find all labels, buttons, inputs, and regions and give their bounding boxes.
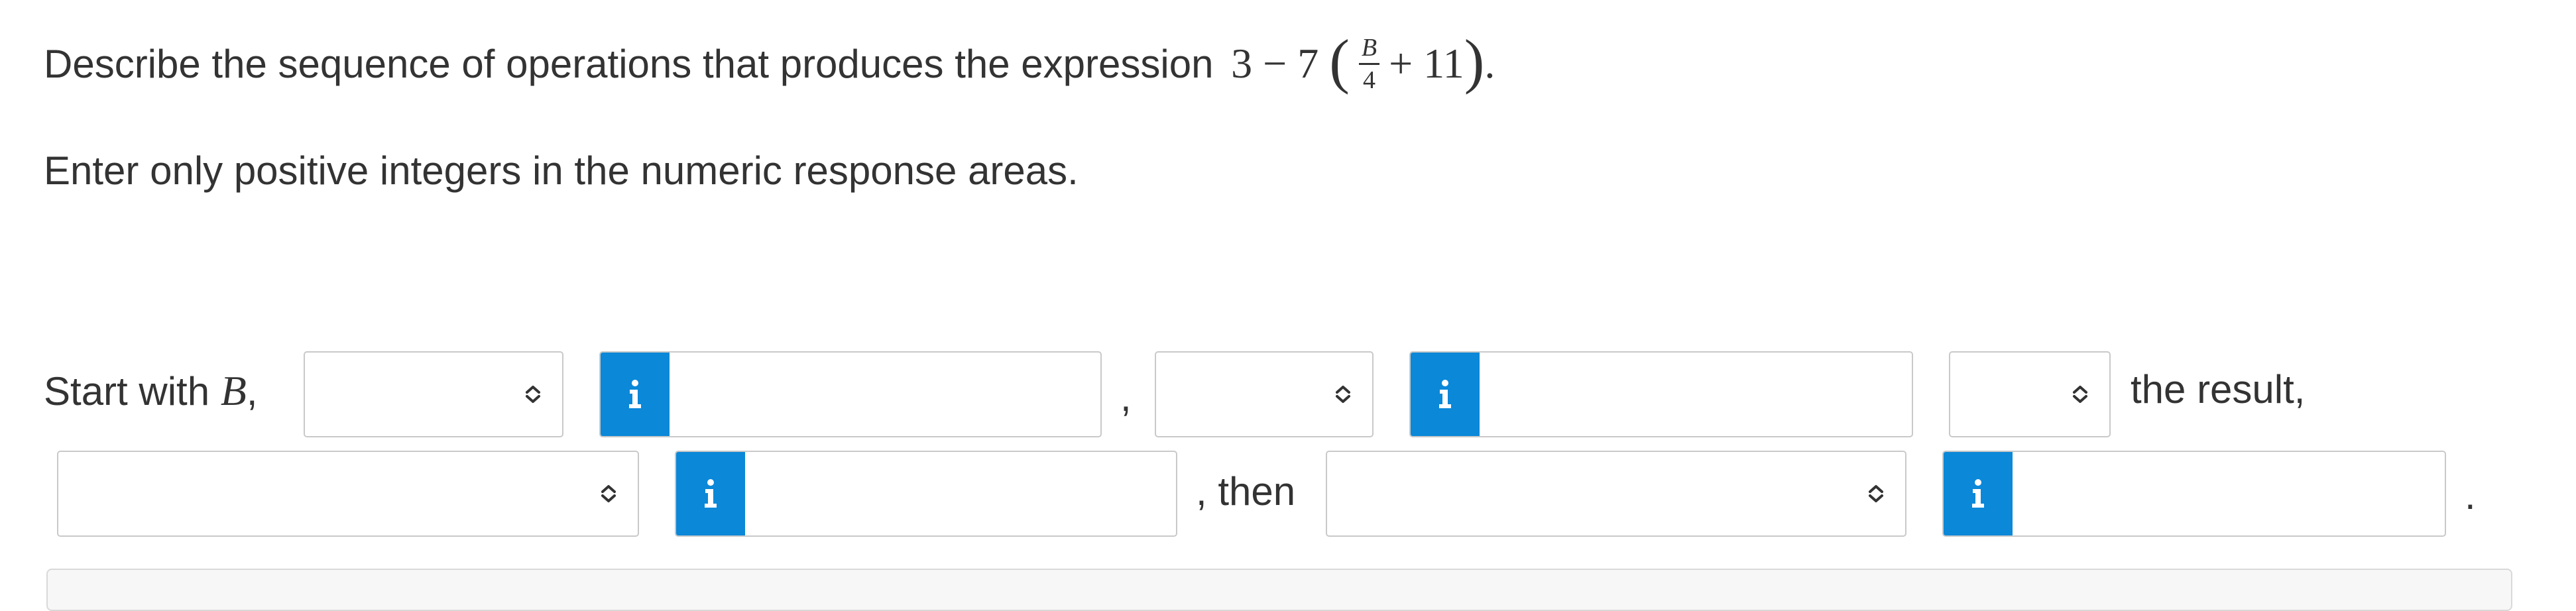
start-variable: B (220, 367, 247, 414)
expr-denominator: 4 (1362, 66, 1376, 94)
chevron-up-down-icon (1331, 382, 1355, 406)
numeric-input-3[interactable] (675, 451, 1177, 537)
operation-dropdown-1[interactable] (304, 351, 563, 437)
tail-text: the result, (2131, 367, 2306, 412)
expr-lead: 3 − 7 (1231, 40, 1319, 87)
operation-dropdown-2[interactable] (1155, 351, 1374, 437)
expr-end: . (1484, 40, 1495, 87)
chevron-up-down-icon (597, 482, 620, 506)
bottom-panel (46, 569, 2512, 611)
info-icon[interactable] (676, 452, 745, 535)
question-prompt: Describe the sequence of operations that… (44, 27, 1495, 97)
start-comma: , (246, 369, 258, 414)
operation-dropdown-3[interactable] (1949, 351, 2111, 437)
numeric-field-1[interactable] (670, 353, 1100, 436)
prompt-text: Describe the sequence of operations that… (44, 42, 1214, 86)
info-icon[interactable] (1944, 452, 2013, 535)
chevron-up-down-icon (521, 382, 545, 406)
separator-comma: , (1120, 375, 1132, 419)
expr-plus: + 11 (1389, 40, 1464, 87)
operation-dropdown-4[interactable] (57, 451, 639, 537)
then-text: , then (1196, 469, 1296, 514)
numeric-field-2[interactable] (1480, 353, 1912, 436)
instructions: Enter only positive integers in the nume… (44, 148, 1079, 193)
math-expression: 3 − 7 (B 4 + 11). (1231, 30, 1495, 93)
expr-fraction: B4 (1358, 35, 1380, 94)
chevron-up-down-icon (2068, 382, 2092, 406)
expr-open-paren: ( (1329, 27, 1350, 95)
chevron-up-down-icon (1864, 482, 1888, 506)
numeric-input-1[interactable] (599, 351, 1102, 437)
operation-dropdown-5[interactable] (1326, 451, 1906, 537)
numeric-input-2[interactable] (1409, 351, 1913, 437)
numeric-field-4[interactable] (2013, 452, 2445, 535)
start-label: Start with B, (44, 370, 258, 412)
final-period: . (2465, 473, 2476, 518)
expr-close-paren: ) (1464, 27, 1485, 95)
info-icon[interactable] (1411, 353, 1480, 436)
numeric-field-3[interactable] (745, 452, 1176, 535)
expr-numerator: B (1358, 35, 1380, 65)
numeric-input-4[interactable] (1942, 451, 2446, 537)
start-text: Start with (44, 369, 210, 414)
info-icon[interactable] (601, 353, 670, 436)
